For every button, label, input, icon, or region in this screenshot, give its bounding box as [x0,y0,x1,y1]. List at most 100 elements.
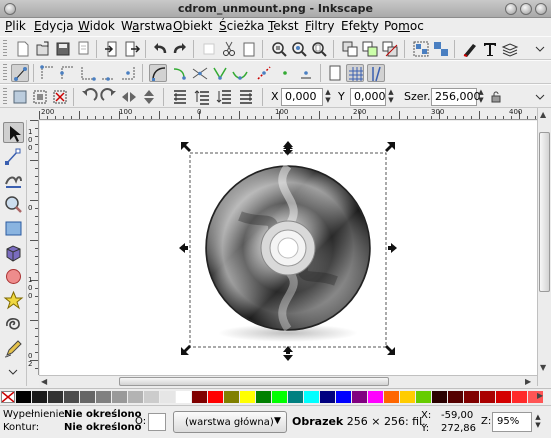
deselect-icon[interactable] [51,88,69,106]
rotate-ccw-icon[interactable] [80,88,98,106]
minimize-button[interactable] [505,3,517,15]
flip-vertical-icon[interactable] [140,88,158,106]
color-swatch[interactable] [208,391,223,403]
layers-icon[interactable] [501,40,519,58]
color-swatch[interactable] [512,391,527,403]
x-spin-buttons[interactable]: ▲ ▼ [323,88,333,106]
tweak-tool-icon[interactable] [3,170,24,191]
snap-paths-icon[interactable] [171,64,189,82]
paste-icon[interactable] [240,40,258,58]
snap-bbox-corner-icon[interactable] [79,64,97,82]
snap-intersections-icon[interactable] [191,64,209,82]
color-swatch[interactable] [16,391,31,403]
snap-bbox-edge-icon[interactable] [59,64,77,82]
pencil-tool-icon[interactable] [3,338,24,359]
scroll-right-icon[interactable]: ▶ [525,377,531,386]
3d-box-tool-icon[interactable] [3,242,24,263]
unlink-clone-icon[interactable] [381,40,399,58]
redo-icon[interactable] [171,40,189,58]
import-icon[interactable] [103,40,121,58]
color-swatch[interactable] [64,391,79,403]
color-swatch[interactable] [480,391,495,403]
color-swatch[interactable] [432,391,447,403]
snap-cusp-nodes-icon[interactable] [211,64,229,82]
horizontal-scrollbar[interactable]: ◀ ▶ [39,375,537,387]
select-all-icon[interactable] [11,88,29,106]
horizontal-scroll-thumb[interactable] [119,377,389,386]
color-swatch[interactable] [320,391,335,403]
cdrom-image[interactable] [205,163,371,332]
menu-text[interactable]: Tekst [268,18,299,35]
color-swatch[interactable] [416,391,431,403]
toolbar-grip[interactable] [3,64,7,82]
zoom-tool-icon[interactable] [3,194,24,215]
color-swatch[interactable] [336,391,351,403]
snap-bbox-center-icon[interactable] [119,64,137,82]
menu-view[interactable]: Widok [78,18,115,35]
color-swatch[interactable] [256,391,271,403]
menu-path[interactable]: Ścieżka [219,18,264,35]
print-icon[interactable] [74,40,92,58]
color-swatch[interactable] [496,391,511,403]
copy-icon[interactable] [200,40,218,58]
toolbar-overflow-icon[interactable] [531,40,549,58]
color-swatch[interactable] [128,391,143,403]
menu-help[interactable]: Pomoc [384,18,424,35]
toolbox-overflow-icon[interactable] [3,362,24,383]
snap-bbox-midpoint-icon[interactable] [99,64,117,82]
text-font-icon[interactable] [481,40,499,58]
color-swatch[interactable] [32,391,47,403]
open-icon[interactable] [34,40,52,58]
color-swatch[interactable] [384,391,399,403]
color-swatch[interactable] [448,391,463,403]
snap-line-midpoints-icon[interactable] [255,64,273,82]
menu-extensions[interactable]: Efekty [341,18,379,35]
snap-object-center-icon[interactable] [276,64,294,82]
color-swatch[interactable] [80,391,95,403]
group-icon[interactable] [412,40,430,58]
color-swatch[interactable] [400,391,415,403]
node-tool-icon[interactable] [3,146,24,167]
color-swatch[interactable] [192,391,207,403]
rectangle-tool-icon[interactable] [3,218,24,239]
width-field[interactable]: 256,000 [431,88,481,106]
scroll-left-icon[interactable]: ◀ [41,377,47,386]
zoom-page-icon[interactable] [310,40,328,58]
zoom-selection-icon[interactable] [270,40,288,58]
color-swatch[interactable] [352,391,367,403]
maximize-button[interactable] [520,3,532,15]
new-document-icon[interactable] [14,40,32,58]
select-all-layers-icon[interactable] [31,88,49,106]
export-icon[interactable] [123,40,141,58]
lock-ratio-icon[interactable] [487,88,505,106]
menu-file[interactable]: Plik [5,18,26,35]
menu-object[interactable]: Obiekt [173,18,212,35]
color-swatch[interactable] [160,391,175,403]
vertical-ruler[interactable]: 1 0 0 0 1 0 0 0 2 [27,120,39,375]
close-button[interactable] [535,3,547,15]
snap-grid-icon[interactable] [346,64,364,82]
toolbar-grip[interactable] [3,88,7,106]
x-position-field[interactable]: 0,000 [281,88,323,106]
zoom-field[interactable]: 95% [492,412,532,432]
selector-tool-icon[interactable] [3,122,24,143]
clone-icon[interactable] [361,40,379,58]
snap-guides-icon[interactable] [367,64,385,82]
color-swatch[interactable] [304,391,319,403]
vertical-scroll-thumb[interactable] [539,132,550,292]
save-icon[interactable] [54,40,72,58]
lower-icon[interactable] [215,88,233,106]
scroll-down-icon[interactable]: ▼ [540,364,549,372]
snap-rotation-center-icon[interactable] [297,64,315,82]
flip-horizontal-icon[interactable] [120,88,138,106]
color-swatch[interactable] [224,391,239,403]
undo-icon[interactable] [151,40,169,58]
ungroup-icon[interactable] [432,40,450,58]
fill-stroke-icon[interactable] [461,40,479,58]
y-position-field[interactable]: 0,000 [350,88,386,106]
cut-icon[interactable] [220,40,238,58]
horizontal-ruler[interactable]: 200 100 0 100 200 300 400 [39,108,537,120]
raise-to-top-icon[interactable] [171,88,189,106]
vertical-scrollbar[interactable]: ▲ ▼ [537,108,551,386]
color-swatch[interactable] [464,391,479,403]
